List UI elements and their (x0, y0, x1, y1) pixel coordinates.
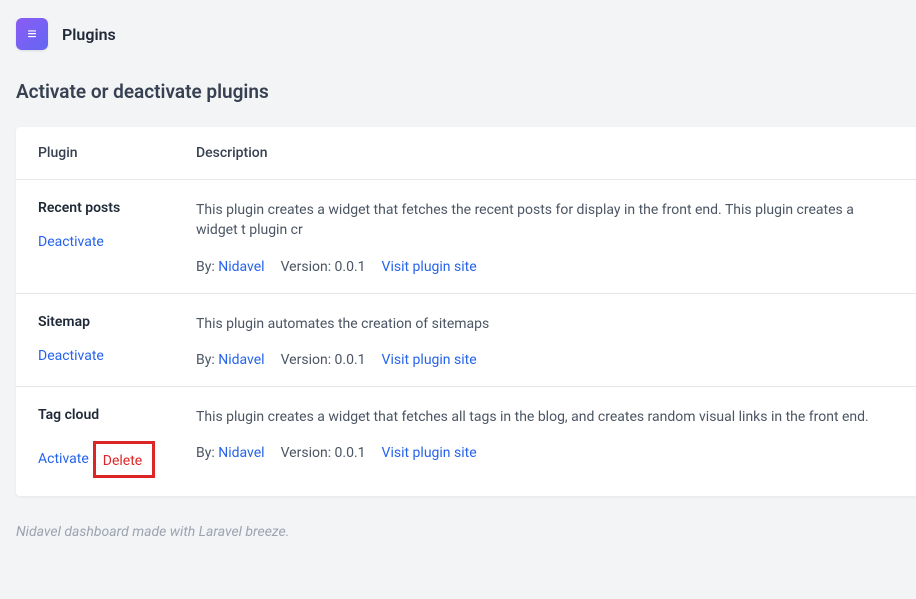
app-header: ≡ Plugins (0, 0, 916, 68)
plugin-description: This plugin automates the creation of si… (196, 314, 894, 334)
visit-plugin-link[interactable]: Visit plugin site (382, 259, 477, 275)
activate-link[interactable]: Activate (38, 451, 89, 467)
plugin-cell: Recent posts Deactivate (38, 200, 196, 250)
header-title: Plugins (62, 25, 116, 44)
visit-plugin-link[interactable]: Visit plugin site (382, 445, 477, 461)
highlight-box: Delete (93, 441, 155, 478)
plugin-description: This plugin creates a widget that fetche… (196, 407, 894, 427)
by-group: By: Nidavel (196, 445, 265, 461)
table-row: Tag cloud Activate Delete This plugin cr… (16, 387, 916, 496)
plugin-description: This plugin creates a widget that fetche… (196, 200, 894, 241)
delete-link[interactable]: Delete (103, 453, 142, 469)
table-row: Sitemap Deactivate This plugin automates… (16, 294, 916, 387)
author-link[interactable]: Nidavel (218, 259, 264, 275)
by-group: By: Nidavel (196, 352, 265, 368)
description-cell: This plugin creates a widget that fetche… (196, 407, 894, 461)
plugin-cell: Sitemap Deactivate (38, 314, 196, 364)
plugin-meta: By: Nidavel Version: 0.0.1 Visit plugin … (196, 352, 894, 368)
plugin-meta: By: Nidavel Version: 0.0.1 Visit plugin … (196, 259, 894, 275)
plugin-meta: By: Nidavel Version: 0.0.1 Visit plugin … (196, 445, 894, 461)
by-label: By: (196, 259, 215, 275)
author-link[interactable]: Nidavel (218, 445, 264, 461)
description-cell: This plugin automates the creation of si… (196, 314, 894, 368)
author-link[interactable]: Nidavel (218, 352, 264, 368)
deactivate-link[interactable]: Deactivate (38, 234, 104, 250)
plugin-name: Recent posts (38, 200, 196, 216)
table-row: Recent posts Deactivate This plugin crea… (16, 180, 916, 294)
visit-plugin-link[interactable]: Visit plugin site (382, 352, 477, 368)
plugins-table: Plugin Description Recent posts Deactiva… (16, 127, 916, 496)
plugin-actions: Deactivate (38, 348, 196, 364)
description-cell: This plugin creates a widget that fetche… (196, 200, 894, 275)
footer-text: Nidavel dashboard made with Laravel bree… (0, 496, 916, 568)
app-logo-icon: ≡ (16, 18, 48, 50)
version-text: Version: 0.0.1 (281, 352, 366, 368)
column-header-description: Description (196, 145, 268, 161)
version-text: Version: 0.0.1 (281, 259, 366, 275)
table-header-row: Plugin Description (16, 127, 916, 180)
menu-lines-icon: ≡ (27, 26, 36, 42)
page-title: Activate or deactivate plugins (0, 68, 916, 127)
by-label: By: (196, 352, 215, 368)
plugin-actions: Activate Delete (38, 441, 196, 478)
plugin-name: Tag cloud (38, 407, 196, 423)
plugin-cell: Tag cloud Activate Delete (38, 407, 196, 478)
plugin-name: Sitemap (38, 314, 196, 330)
version-text: Version: 0.0.1 (281, 445, 366, 461)
by-group: By: Nidavel (196, 259, 265, 275)
deactivate-link[interactable]: Deactivate (38, 348, 104, 364)
column-header-plugin: Plugin (38, 145, 196, 161)
by-label: By: (196, 445, 215, 461)
plugin-actions: Deactivate (38, 234, 196, 250)
